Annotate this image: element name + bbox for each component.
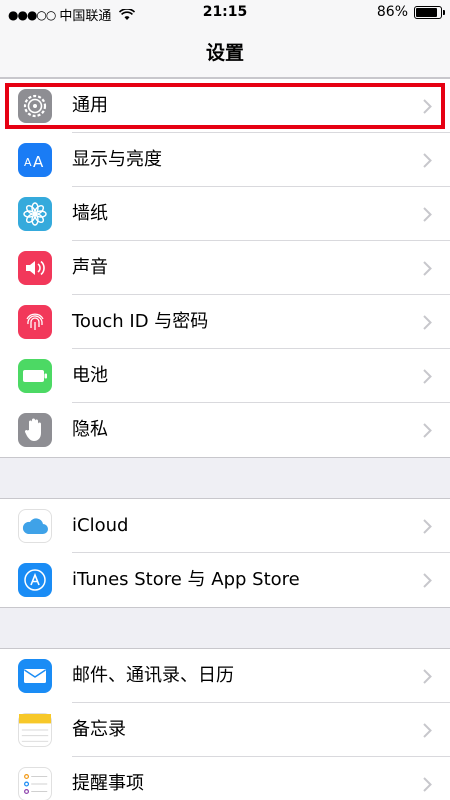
settings-row[interactable]: 备忘录 (0, 703, 450, 757)
settings-row-label: 电池 (72, 349, 450, 403)
settings-group-accounts-store: iCloud iTunes Store 与 App Store (0, 498, 450, 608)
settings-row-label: 声音 (72, 241, 450, 295)
hand-icon (18, 413, 52, 447)
settings-row-text: iCloud (72, 515, 129, 536)
app-store-icon (18, 563, 52, 597)
notes-icon (18, 713, 52, 747)
battery-fill (416, 7, 437, 17)
settings-row-text: 墙纸 (72, 203, 108, 224)
settings-row-label: 通用 (72, 79, 450, 133)
battery-icon (18, 359, 52, 393)
settings-row[interactable]: iCloud (0, 499, 450, 553)
page-title: 设置 (205, 42, 244, 64)
settings-row-text: 声音 (72, 257, 108, 278)
settings-row[interactable]: A A 显示与亮度 (0, 133, 450, 187)
settings-row[interactable]: Touch ID 与密码 (0, 295, 450, 349)
settings-group-apps: 邮件、通讯录、日历 备忘录提醒事项 (0, 648, 450, 800)
chevron-right-icon (423, 723, 432, 738)
settings-row-label: 备忘录 (72, 703, 450, 757)
settings-row-label: 墙纸 (72, 187, 450, 241)
chevron-right-icon (423, 99, 432, 114)
chevron-right-icon (423, 315, 432, 330)
svg-text:A: A (24, 156, 32, 169)
navigation-bar: 设置 (0, 26, 450, 78)
settings-row-label: 提醒事项 (72, 757, 450, 800)
settings-row[interactable]: 声音 (0, 241, 450, 295)
chevron-right-icon (423, 519, 432, 534)
settings-row-text: Touch ID 与密码 (72, 311, 209, 332)
mail-icon (18, 659, 52, 693)
settings-row-text: 隐私 (72, 419, 108, 440)
chevron-right-icon (423, 777, 432, 792)
fingerprint-icon (18, 305, 52, 339)
chevron-right-icon (423, 669, 432, 684)
settings-row[interactable]: 邮件、通讯录、日历 (0, 649, 450, 703)
chevron-right-icon (423, 573, 432, 588)
chevron-right-icon (423, 369, 432, 384)
battery-status-icon (414, 5, 445, 19)
settings-row[interactable]: 通用 (0, 79, 450, 133)
settings-row-text: iTunes Store 与 App Store (72, 569, 300, 590)
chevron-right-icon (423, 153, 432, 168)
settings-row-text: 电池 (72, 365, 108, 386)
settings-group-primary: 通用 A A 显示与亮度墙纸声音 Touch ID 与密码 电池隐私 (0, 78, 450, 458)
settings-row-label: iTunes Store 与 App Store (72, 553, 450, 607)
settings-row-text: 通用 (72, 95, 108, 116)
settings-row[interactable]: 墙纸 (0, 187, 450, 241)
settings-row-text: 提醒事项 (72, 773, 144, 794)
svg-text:A: A (33, 153, 44, 171)
settings-row-label: 隐私 (72, 403, 450, 457)
speaker-icon (18, 251, 52, 285)
status-bar: ●●●○○ 中国联通 21:15 86% (0, 0, 450, 26)
settings-row[interactable]: 电池 (0, 349, 450, 403)
settings-row-label: iCloud (72, 499, 450, 553)
chevron-right-icon (423, 261, 432, 276)
settings-row-label: 邮件、通讯录、日历 (72, 649, 450, 703)
battery-percent: 86% (376, 4, 408, 20)
settings-row-label: 显示与亮度 (72, 133, 450, 187)
wallpaper-flower-icon (18, 197, 52, 231)
chevron-right-icon (423, 207, 432, 222)
settings-row[interactable]: iTunes Store 与 App Store (0, 553, 450, 607)
reminders-icon (18, 767, 52, 800)
settings-row-label: Touch ID 与密码 (72, 295, 450, 349)
settings-row-text: 邮件、通讯录、日历 (72, 665, 234, 686)
cloud-icon (18, 509, 52, 543)
display-brightness-icon: AA (18, 143, 52, 177)
chevron-right-icon (423, 423, 432, 438)
settings-row[interactable]: 提醒事项 (0, 757, 450, 800)
settings-row-text: 显示与亮度 (72, 149, 162, 170)
settings-row[interactable]: 隐私 (0, 403, 450, 457)
settings-row-text: 备忘录 (72, 719, 126, 740)
status-right: 86% (376, 4, 445, 20)
gear-icon (18, 89, 52, 123)
